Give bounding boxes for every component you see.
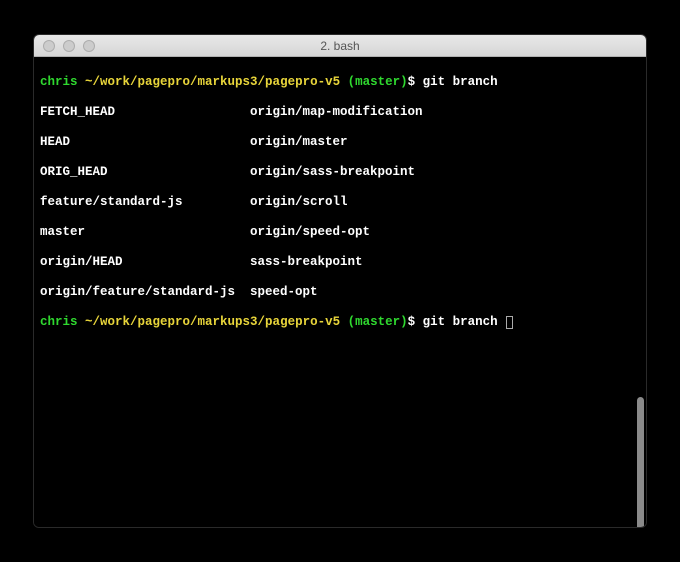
command-text: git branch — [423, 75, 498, 89]
branch-row: origin/HEADsass-breakpoint — [40, 255, 640, 270]
window-title: 2. bash — [34, 39, 646, 53]
branch-row: origin/feature/standard-jsspeed-opt — [40, 285, 640, 300]
branch-item: origin/scroll — [250, 195, 348, 210]
branch-item: origin/feature/standard-js — [40, 285, 250, 300]
current-command: git branch — [423, 315, 506, 329]
prompt-line: chris ~/work/pagepro/markups3/pagepro-v5… — [40, 75, 640, 90]
prompt-symbol: $ — [408, 315, 416, 329]
branch-item: origin/speed-opt — [250, 225, 370, 240]
prompt-line-current: chris ~/work/pagepro/markups3/pagepro-v5… — [40, 315, 640, 330]
branch-item: origin/sass-breakpoint — [250, 165, 415, 180]
prompt-path: ~/work/pagepro/markups3/pagepro-v5 — [85, 315, 340, 329]
branch-row: FETCH_HEADorigin/map-modification — [40, 105, 640, 120]
terminal-window: 2. bash chris ~/work/pagepro/markups3/pa… — [33, 34, 647, 528]
branch-item: FETCH_HEAD — [40, 105, 250, 120]
titlebar[interactable]: 2. bash — [34, 35, 646, 57]
prompt-branch: (master) — [348, 75, 408, 89]
prompt-user: chris — [40, 75, 78, 89]
prompt-branch: (master) — [348, 315, 408, 329]
cursor-icon — [506, 316, 513, 329]
branch-item: master — [40, 225, 250, 240]
branch-item: origin/map-modification — [250, 105, 423, 120]
branch-item: feature/standard-js — [40, 195, 250, 210]
branch-item: origin/master — [250, 135, 348, 150]
minimize-icon[interactable] — [63, 40, 75, 52]
branch-row: ORIG_HEADorigin/sass-breakpoint — [40, 165, 640, 180]
branch-item: sass-breakpoint — [250, 255, 363, 270]
zoom-icon[interactable] — [83, 40, 95, 52]
close-icon[interactable] — [43, 40, 55, 52]
branch-item: speed-opt — [250, 285, 318, 300]
prompt-user: chris — [40, 315, 78, 329]
branch-row: masterorigin/speed-opt — [40, 225, 640, 240]
terminal-body[interactable]: chris ~/work/pagepro/markups3/pagepro-v5… — [34, 57, 646, 527]
branch-row: HEADorigin/master — [40, 135, 640, 150]
prompt-path: ~/work/pagepro/markups3/pagepro-v5 — [85, 75, 340, 89]
scrollbar[interactable] — [637, 397, 644, 527]
traffic-lights — [34, 40, 95, 52]
branch-item: ORIG_HEAD — [40, 165, 250, 180]
branch-item: origin/HEAD — [40, 255, 250, 270]
branch-row: feature/standard-jsorigin/scroll — [40, 195, 640, 210]
prompt-symbol: $ — [408, 75, 416, 89]
branch-item: HEAD — [40, 135, 250, 150]
